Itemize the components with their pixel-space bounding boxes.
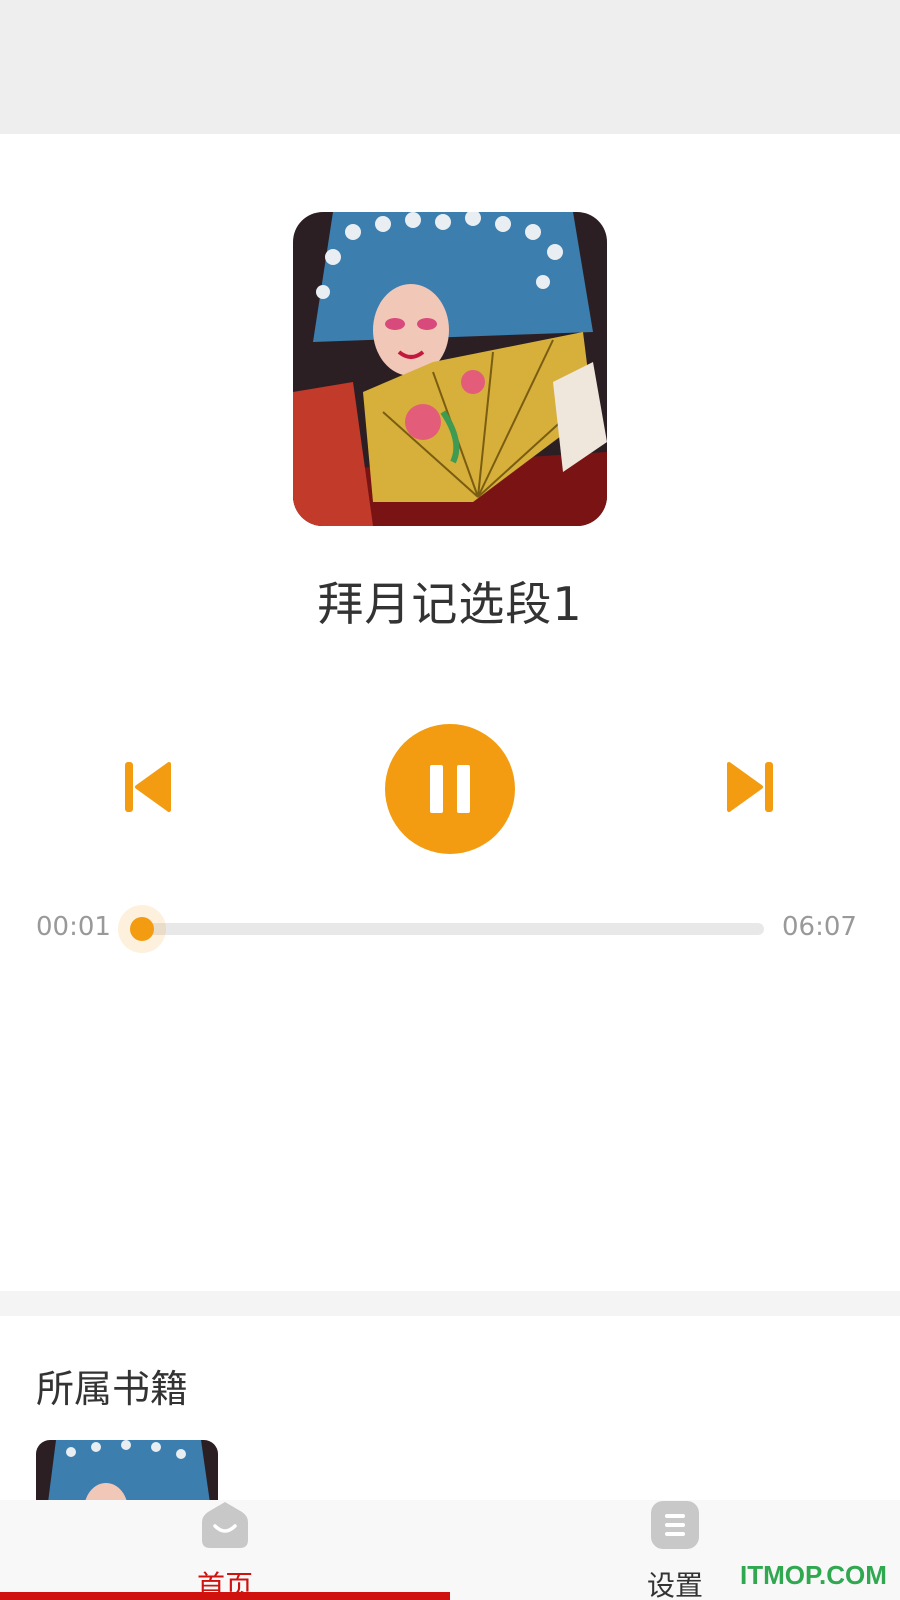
status-bar-area xyxy=(0,0,900,134)
tab-home[interactable]: 首页 xyxy=(0,1500,450,1600)
watermark-text: ITMOP.COM xyxy=(740,1560,887,1590)
skip-previous-icon xyxy=(125,762,171,812)
track-title: 拜月记选段1 xyxy=(317,577,583,631)
previous-track-button[interactable] xyxy=(115,755,179,819)
section-divider xyxy=(0,1291,900,1316)
progress-thumb[interactable] xyxy=(117,905,166,953)
progress-thumb-dot xyxy=(129,917,154,941)
book-section-title: 所属书籍 xyxy=(36,1367,189,1411)
settings-icon xyxy=(651,1501,699,1549)
total-time: 06:07 xyxy=(782,912,857,942)
album-cover-image xyxy=(293,212,607,526)
progress-track xyxy=(140,923,764,935)
active-tab-indicator xyxy=(0,1592,450,1600)
current-time: 00:01 xyxy=(36,912,111,942)
home-icon xyxy=(202,1502,248,1548)
skip-next-icon xyxy=(727,762,773,812)
progress-slider[interactable] xyxy=(117,905,764,953)
play-pause-button[interactable] xyxy=(385,724,515,854)
next-track-button[interactable] xyxy=(719,755,783,819)
pause-icon xyxy=(430,765,470,813)
